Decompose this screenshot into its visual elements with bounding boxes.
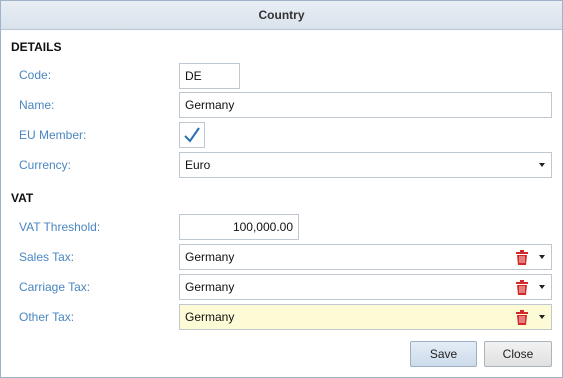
other-tax-value: Germany [185,310,235,324]
close-button[interactable]: Close [484,341,552,367]
chevron-down-icon[interactable] [539,315,545,319]
sales-tax-select[interactable]: Germany [179,244,552,270]
vat-threshold-label: VAT Threshold: [19,220,101,234]
country-dialog: Country DETAILS Code: DE Name: Germany E… [0,0,563,378]
chevron-down-icon[interactable] [539,285,545,289]
trash-icon[interactable] [515,280,529,295]
carriage-tax-value: Germany [185,280,235,294]
save-button[interactable]: Save [410,341,477,367]
carriage-tax-label: Carriage Tax: [19,280,91,294]
code-label: Code: [19,68,52,82]
checkmark-icon [184,127,200,143]
currency-value: Euro [185,158,211,172]
trash-icon[interactable] [515,250,529,265]
vat-heading: VAT [11,191,34,205]
eu-member-checkbox[interactable] [179,122,205,148]
currency-label: Currency: [19,158,72,172]
chevron-down-icon[interactable] [539,163,545,167]
name-input[interactable]: Germany [179,92,552,118]
sales-tax-value: Germany [185,250,235,264]
carriage-tax-select[interactable]: Germany [179,274,552,300]
vat-threshold-input[interactable]: 100,000.00 [179,214,299,240]
details-heading: DETAILS [11,40,62,54]
code-input[interactable]: DE [179,63,240,89]
other-tax-label: Other Tax: [19,310,75,324]
dialog-title: Country [1,1,562,30]
eu-member-label: EU Member: [19,128,87,142]
sales-tax-label: Sales Tax: [19,250,75,264]
trash-icon[interactable] [515,310,529,325]
name-label: Name: [19,98,55,112]
currency-select[interactable]: Euro [179,152,552,178]
chevron-down-icon[interactable] [539,255,545,259]
other-tax-select[interactable]: Germany [179,304,552,330]
